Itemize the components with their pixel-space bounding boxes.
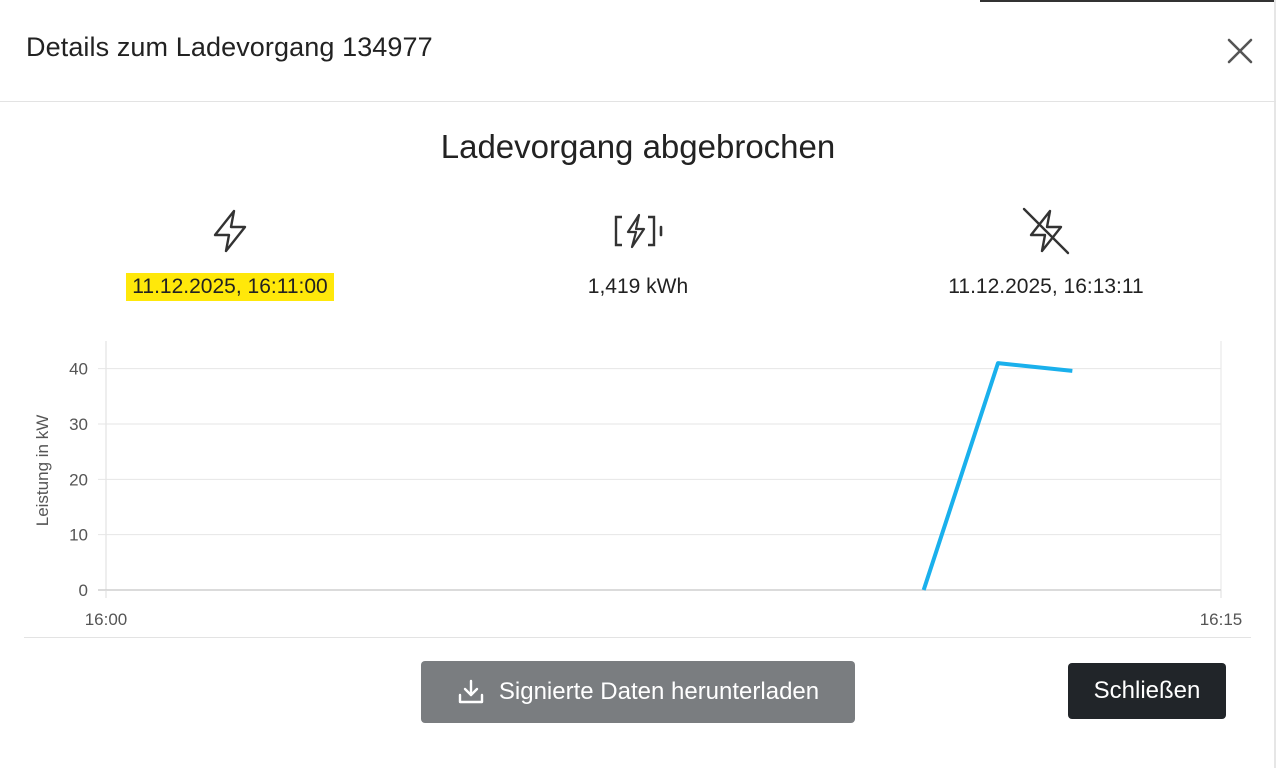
download-signed-data-button[interactable]: Signierte Daten herunterladen	[421, 661, 855, 723]
divider	[24, 637, 1251, 638]
dialog: Details zum Ladevorgang 134977 Ladevorga…	[0, 0, 1276, 768]
close-icon	[1227, 38, 1253, 64]
dialog-title: Details zum Ladevorgang 134977	[26, 32, 433, 62]
download-button-label: Signierte Daten herunterladen	[498, 678, 820, 705]
start-info: 11.12.2025, 16:11:00	[80, 205, 380, 301]
x-tick-label: 16:15	[1200, 610, 1243, 629]
y-tick-label: 30	[69, 415, 88, 434]
y-tick-label: 10	[69, 526, 88, 545]
power-chart-svg: 0 10 20 30 40 16:00 16:15 Leistung in kW	[33, 341, 1243, 629]
y-tick-label: 0	[79, 581, 88, 600]
power-chart: 0 10 20 30 40 16:00 16:15 Leistung in kW	[0, 330, 1276, 640]
x-tick-label: 16:00	[85, 610, 128, 629]
lightning-off-icon	[1022, 207, 1070, 255]
close-dialog-button[interactable]: Schließen	[1068, 663, 1226, 719]
end-time: 11.12.2025, 16:13:11	[948, 275, 1144, 298]
close-button-label: Schließen	[1093, 677, 1201, 704]
end-info: 11.12.2025, 16:13:11	[896, 205, 1196, 301]
close-button[interactable]	[1222, 33, 1258, 69]
y-tick-label: 20	[69, 470, 88, 489]
battery-charging-icon	[614, 213, 663, 249]
y-tick-label: 40	[69, 360, 88, 379]
status-heading: Ladevorgang abgebrochen	[440, 128, 836, 165]
power-series-line	[921, 361, 1073, 591]
lightning-bolt-icon	[213, 209, 247, 253]
download-icon	[457, 678, 485, 706]
y-axis-label: Leistung in kW	[33, 415, 52, 527]
dialog-header: Details zum Ladevorgang 134977	[0, 0, 1276, 102]
energy-value: 1,419 kWh	[587, 275, 689, 298]
energy-info: 1,419 kWh	[488, 205, 788, 301]
start-time: 11.12.2025, 16:11:00	[126, 273, 334, 301]
